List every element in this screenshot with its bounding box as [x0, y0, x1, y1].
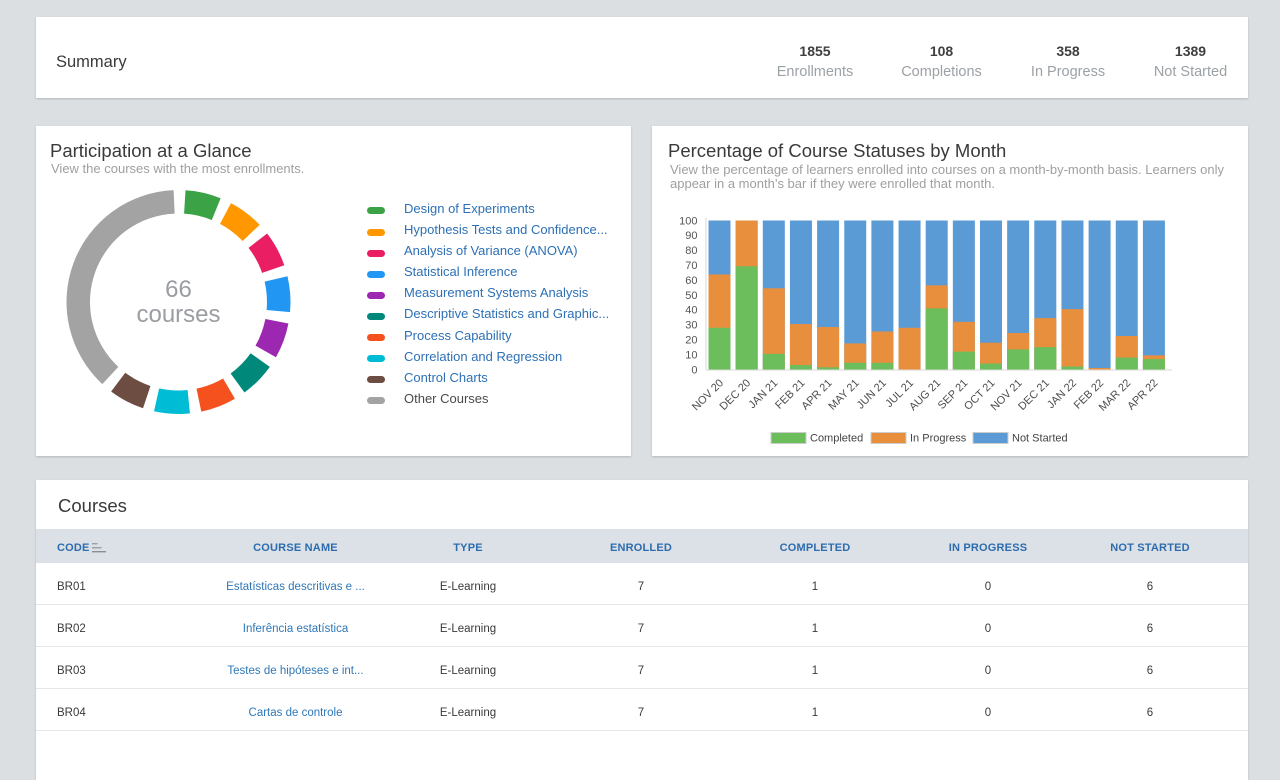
- svg-text:JUN 21: JUN 21: [855, 377, 889, 411]
- svg-text:10: 10: [685, 349, 697, 361]
- svg-text:Not Started: Not Started: [1012, 433, 1068, 445]
- svg-text:50: 50: [685, 290, 697, 302]
- svg-text:0: 0: [691, 364, 697, 376]
- svg-text:80: 80: [685, 245, 697, 257]
- svg-text:MAY 21: MAY 21: [826, 377, 861, 412]
- svg-text:100: 100: [679, 215, 697, 227]
- svg-text:20: 20: [685, 335, 697, 347]
- svg-text:30: 30: [685, 320, 697, 332]
- svg-text:40: 40: [685, 305, 697, 317]
- svg-text:90: 90: [685, 230, 697, 242]
- svg-text:In Progress: In Progress: [910, 433, 967, 445]
- svg-text:70: 70: [685, 260, 697, 272]
- svg-text:Completed: Completed: [810, 433, 863, 445]
- svg-text:60: 60: [685, 275, 697, 287]
- svg-text:APR 22: APR 22: [1125, 377, 1160, 412]
